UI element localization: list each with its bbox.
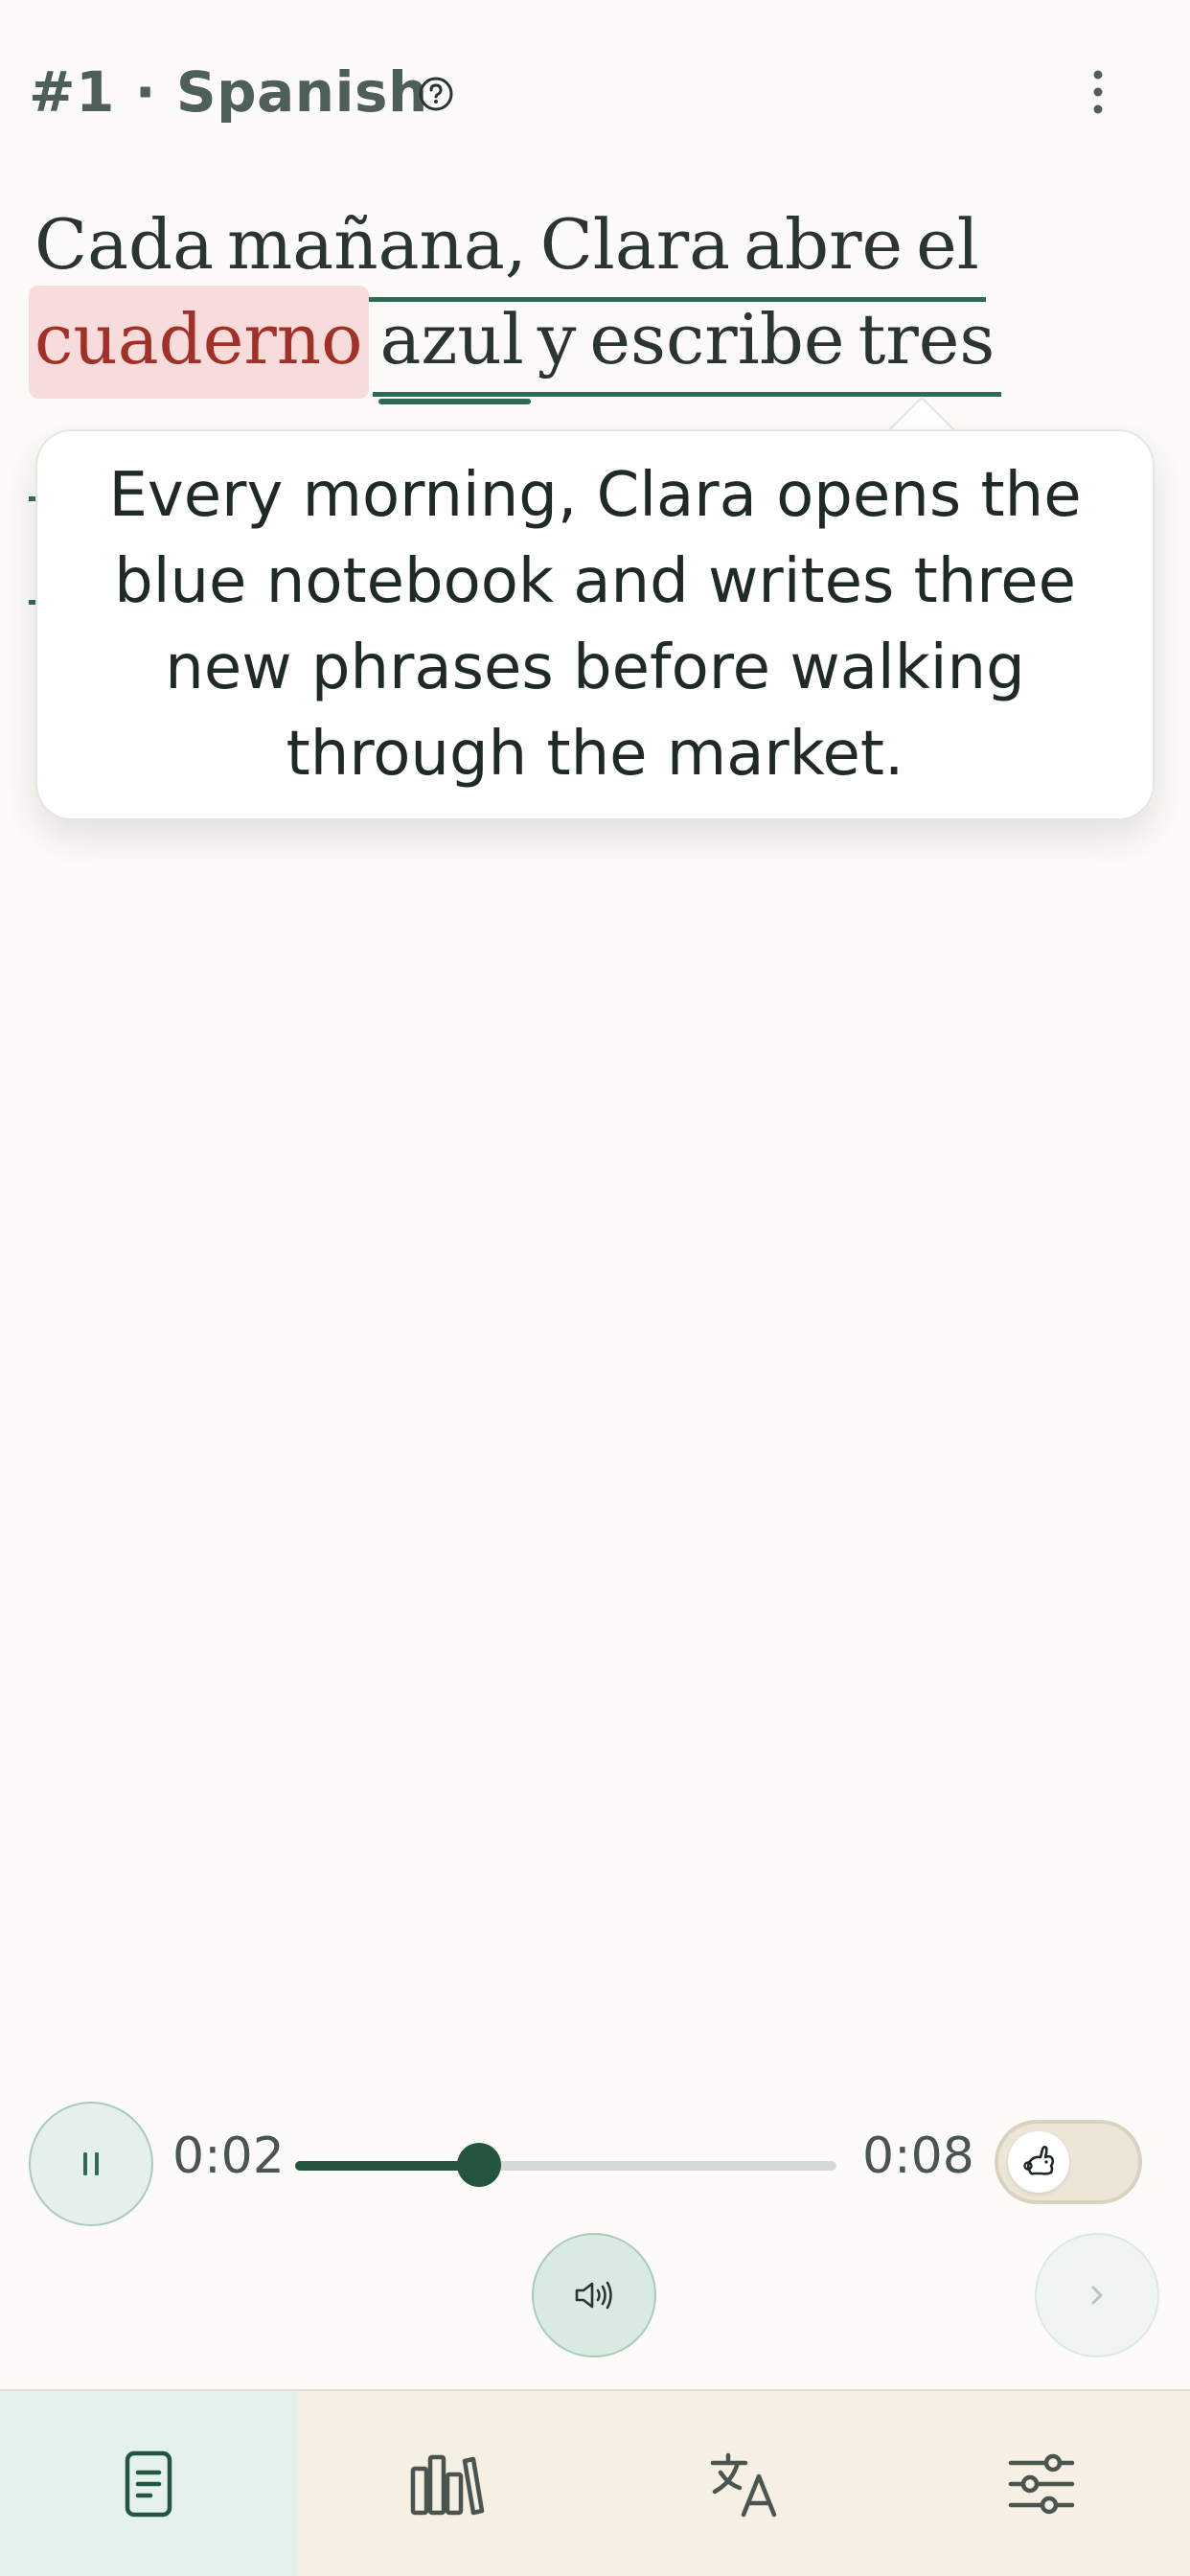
pause-icon (83, 2152, 99, 2175)
header: #1 · Spanish (0, 0, 1190, 192)
question-circle-icon (419, 77, 453, 111)
passage-line-2: cuaderno azul y escribe tres (29, 286, 1002, 404)
toggle-knob (1008, 2131, 1069, 2193)
word[interactable]: tres (851, 287, 1002, 397)
word-text: azul (379, 299, 524, 380)
passage-line-1: Cada mañana, Clara abre el (29, 192, 986, 302)
slow-speed-toggle[interactable] (995, 2120, 1142, 2204)
translate-icon (711, 2452, 777, 2517)
more-options-button[interactable] (1077, 67, 1119, 117)
duration-time: 0:08 (862, 2128, 974, 2185)
word-underline (378, 399, 531, 404)
word[interactable]: escribe (583, 287, 852, 397)
page-title: #1 · Spanish (29, 59, 428, 125)
word[interactable]: azul (373, 287, 531, 404)
library-icon (410, 2454, 484, 2515)
next-button[interactable] (1035, 2233, 1159, 2358)
translation-tooltip: Every morning, Clara opens the blue note… (35, 429, 1155, 820)
settings-sliders-icon (1008, 2453, 1074, 2514)
chevron-right-icon (1091, 2286, 1103, 2305)
more-vertical-icon (1093, 70, 1103, 114)
rabbit-icon (1023, 2146, 1055, 2175)
pause-button[interactable] (29, 2102, 153, 2226)
word[interactable]: y (530, 287, 584, 397)
speaker-icon (575, 2281, 612, 2310)
progress-slider[interactable] (295, 2143, 836, 2187)
nav-reader[interactable] (0, 2391, 298, 2576)
progress-fill (295, 2161, 480, 2171)
progress-thumb[interactable] (457, 2143, 502, 2187)
speak-button[interactable] (532, 2233, 656, 2358)
nav-translate[interactable] (595, 2391, 893, 2576)
bottom-navigation (0, 2389, 1190, 2576)
nav-settings[interactable] (893, 2391, 1190, 2576)
translation-text: Every morning, Clara opens the blue note… (108, 460, 1082, 790)
audio-player: 0:02 0:08 (0, 2089, 1190, 2396)
document-icon (126, 2450, 172, 2517)
word-highlighted[interactable]: cuaderno (29, 286, 370, 399)
nav-library[interactable] (298, 2391, 596, 2576)
current-time: 0:02 (172, 2128, 285, 2185)
help-button[interactable] (417, 75, 455, 113)
